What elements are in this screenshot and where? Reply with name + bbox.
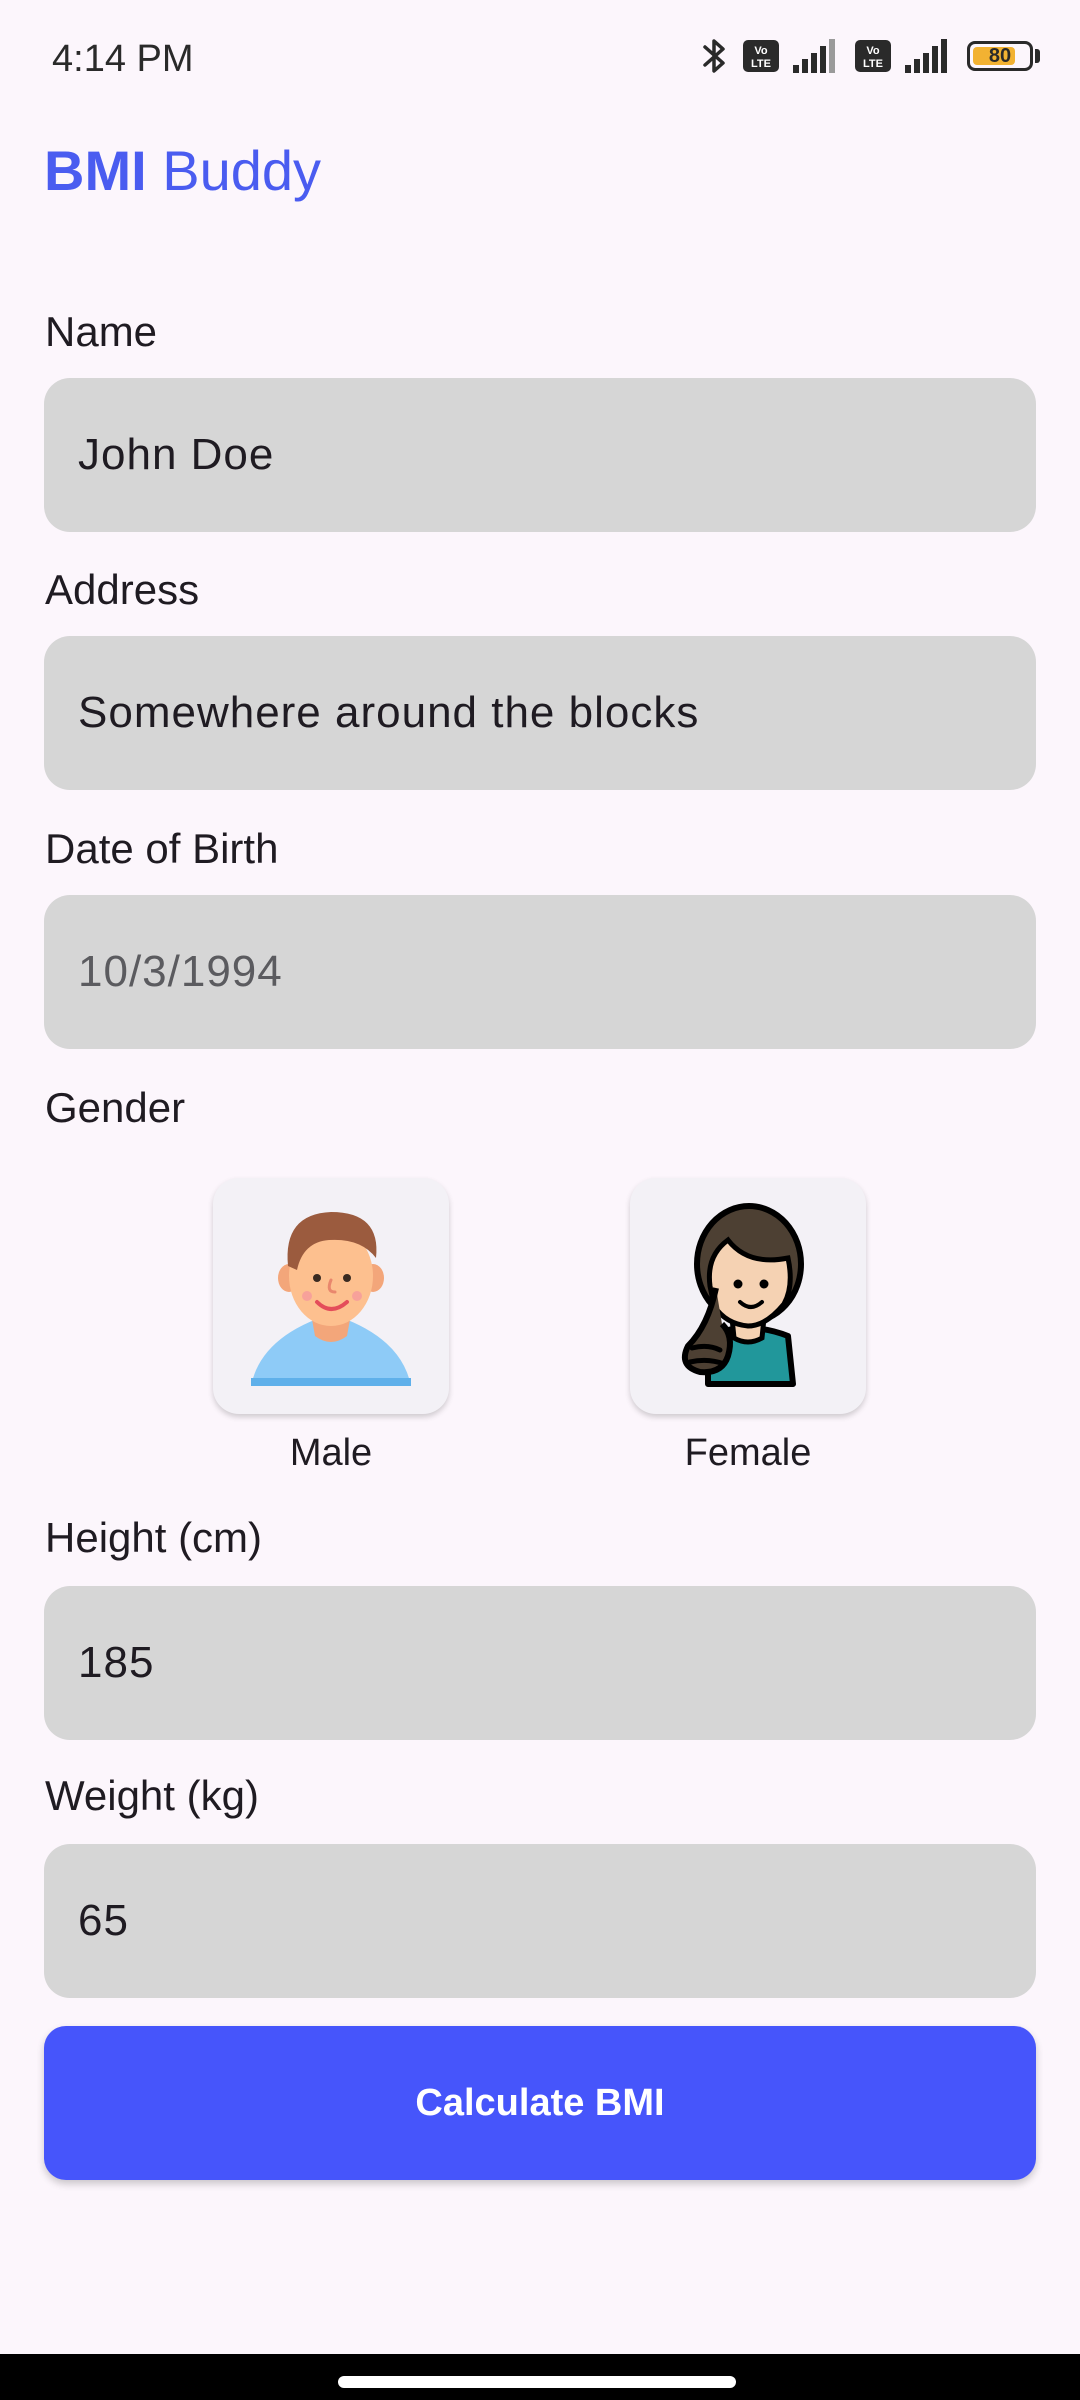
- address-value: Somewhere around the blocks: [78, 688, 700, 737]
- home-gesture-handle[interactable]: [338, 2376, 736, 2388]
- female-avatar-icon: [682, 1203, 804, 1387]
- volte-icon-secondary: Vo LTE: [855, 40, 891, 72]
- volte-icon: Vo LTE: [743, 40, 779, 72]
- app-title-bold: BMI: [44, 139, 147, 202]
- height-field[interactable]: 185: [44, 1586, 1036, 1740]
- battery-icon: 80: [967, 41, 1033, 71]
- weight-value: 65: [78, 1896, 129, 1945]
- name-field[interactable]: John Doe: [44, 378, 1036, 532]
- svg-text:LTE: LTE: [863, 58, 883, 70]
- status-icons: Vo LTE Vo LTE 80: [699, 36, 1040, 76]
- dob-placeholder: 10/3/1994: [78, 947, 283, 996]
- height-label: Height (cm): [45, 1514, 263, 1561]
- weight-field[interactable]: 65: [44, 1844, 1036, 1998]
- svg-text:LTE: LTE: [751, 58, 771, 70]
- dob-field[interactable]: 10/3/1994: [44, 895, 1036, 1049]
- weight-label: Weight (kg): [45, 1772, 259, 1819]
- app-title: BMI Buddy: [44, 138, 321, 203]
- name-label: Name: [45, 308, 158, 355]
- battery-tip: [1035, 49, 1040, 63]
- gender-male-label: Male: [289, 1432, 373, 1474]
- male-avatar-icon: [251, 1212, 411, 1386]
- dob-label: Date of Birth: [45, 825, 279, 872]
- navigation-bar: [0, 2354, 1080, 2400]
- calculate-bmi-button[interactable]: Calculate BMI: [44, 2026, 1036, 2180]
- status-bar: 4:14 PM Vo LTE Vo LTE 80: [0, 0, 1080, 120]
- gender-female-label: Female: [684, 1432, 812, 1474]
- gender-option-male[interactable]: [213, 1178, 449, 1414]
- svg-text:Vo: Vo: [754, 45, 768, 57]
- bluetooth-icon: [703, 39, 725, 73]
- app-title-rest: Buddy: [162, 139, 322, 202]
- svg-text:Vo: Vo: [866, 45, 880, 57]
- height-value: 185: [78, 1638, 155, 1687]
- signal-strength-icon: [793, 39, 835, 73]
- address-field[interactable]: Somewhere around the blocks: [44, 636, 1036, 790]
- address-label: Address: [45, 566, 200, 613]
- gender-option-female[interactable]: [630, 1178, 866, 1414]
- battery-level: 80: [988, 44, 1012, 67]
- gender-label: Gender: [45, 1084, 186, 1131]
- name-value: John Doe: [78, 430, 275, 479]
- signal-strength-icon-secondary: [905, 39, 947, 73]
- status-time: 4:14 PM: [52, 38, 194, 80]
